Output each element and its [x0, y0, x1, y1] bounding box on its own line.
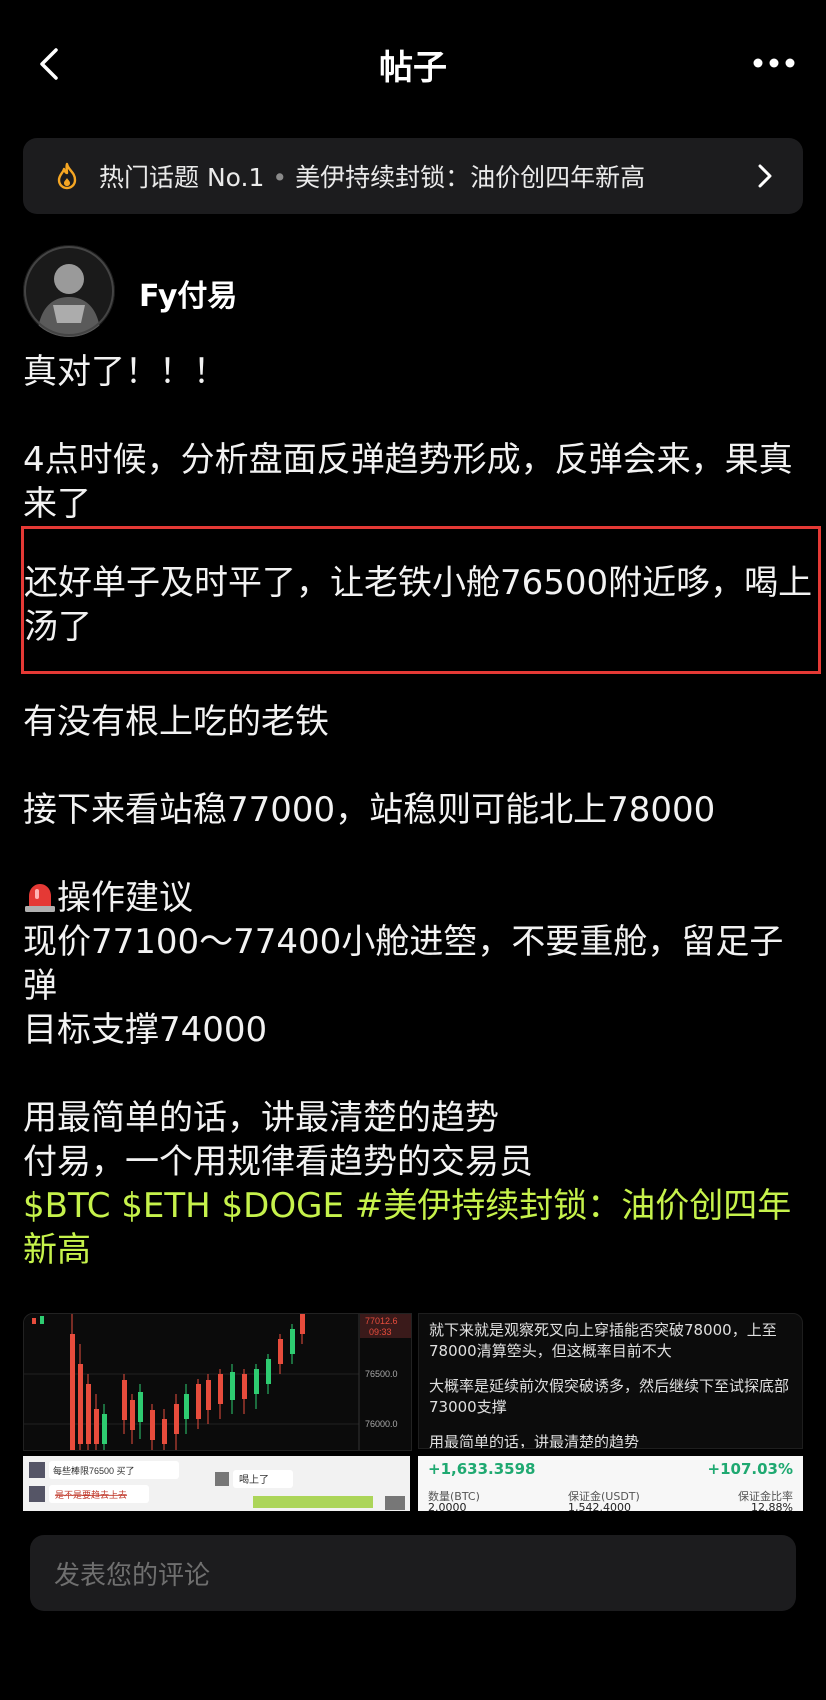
comment-input[interactable]: 发表您的评论 — [30, 1535, 796, 1611]
highlight-box: 还好单子及时平了，让老铁小舱76500附近哆，喝上汤了 — [21, 526, 821, 674]
chart-image[interactable]: 77012.6 09:33 76500.0 76000.0 — [23, 1313, 412, 1451]
chart-time: 09:33 — [369, 1327, 392, 1337]
trade-col1-value: 2.0000 — [428, 1501, 467, 1511]
post-body: 真对了！！！ 4点时候，分析盘面反弹趋势形成，反弹会来，果真来了 还好单子及时平… — [21, 350, 821, 1272]
topic-label: 热门话题 No.1 • 美伊持续封锁：油价创四年新高 — [99, 158, 645, 194]
chat-msg-1: 每些棒限76500 买了 — [53, 1465, 135, 1476]
post-paragraph: 4点时候，分析盘面反弹趋势形成，反弹会来，果真来了 — [23, 440, 793, 524]
advice-title: 操作建议 — [57, 878, 193, 918]
text-image-para: 用最简单的话，讲最清楚的趋势 — [429, 1433, 640, 1449]
avatar-image — [23, 245, 115, 337]
chat-screenshot-image[interactable]: 每些棒限76500 买了 是不是要趋去上去 喝上了 — [23, 1456, 410, 1511]
candlestick-chart: 77012.6 09:33 76500.0 76000.0 — [24, 1314, 411, 1450]
page-title: 帖子 — [379, 48, 447, 88]
chart-price-mid: 76500.0 — [365, 1369, 398, 1379]
chat-msg-3: 是不是要趋去上去 — [55, 1489, 127, 1500]
trade-col2-value: 1,542.4000 — [568, 1501, 631, 1511]
post-tags[interactable]: $BTC $ETH $DOGE #美伊持续封锁：油价创四年新高 — [23, 1184, 813, 1272]
signature-line: 用最简单的话，讲最清楚的趋势 — [23, 1098, 499, 1138]
chevron-right-icon — [758, 164, 772, 188]
siren-icon — [25, 884, 55, 912]
text-image-para: 大概率是延续前次假突破诱多，然后继续下至试探底部73000支撑 — [429, 1377, 790, 1416]
advice-line: 现价77100～77400小舱进箜，不要重舱，留足子弹 — [23, 922, 784, 1006]
topic-rank: 热门话题 No.1 — [99, 163, 265, 192]
top-nav-bar: 帖子 — [0, 0, 826, 130]
advice-heading: 操作建议 — [23, 876, 813, 920]
trade-col3-value: 12.88% — [751, 1501, 793, 1511]
signature-line: 付易，一个用规律看趋势的交易员 — [23, 1142, 533, 1182]
more-horizontal-icon — [753, 58, 795, 68]
topic-title: 美伊持续封锁：油价创四年新高 — [295, 163, 646, 192]
hot-topic-banner[interactable]: 热门话题 No.1 • 美伊持续封锁：油价创四年新高 — [23, 138, 803, 214]
image-grid: 77012.6 09:33 76500.0 76000.0 就下来就是观察死叉向… — [23, 1313, 803, 1511]
text-image-para: 就下来就是观察死叉向上穿插能否突破78000，上至78000清算箜头，但这概率目… — [429, 1321, 777, 1360]
trade-pnl: +1,633.3598 — [428, 1460, 536, 1478]
post-paragraph: 有没有根上吃的老铁 — [23, 702, 329, 742]
chart-price-top: 77012.6 — [365, 1316, 398, 1326]
post-paragraph: 接下来看站稳77000，站稳则可能北上78000 — [23, 790, 716, 830]
advice-line: 目标支撑74000 — [23, 1010, 268, 1050]
author-name[interactable]: Fy付易 — [139, 271, 237, 315]
comment-placeholder: 发表您的评论 — [54, 1561, 211, 1591]
chat-screenshot: 每些棒限76500 买了 是不是要趋去上去 喝上了 — [23, 1456, 410, 1511]
trade-pnl-pct: +107.03% — [707, 1460, 793, 1478]
post-line: 真对了！！！ — [23, 352, 227, 392]
topic-separator: • — [272, 163, 288, 192]
trade-screenshot-image[interactable]: +1,633.3598 +107.03% 数量(BTC) 保证金(USDT) 保… — [418, 1456, 803, 1511]
avatar[interactable] — [23, 245, 115, 337]
more-button[interactable] — [750, 50, 798, 76]
chat-msg-2: 喝上了 — [239, 1474, 269, 1486]
post-paragraph-highlighted: 还好单子及时平了，让老铁小舱76500附近哆，喝上汤了 — [24, 563, 813, 647]
chart-price-low: 76000.0 — [365, 1419, 398, 1429]
text-image[interactable]: 就下来就是观察死叉向上穿插能否突破78000，上至78000清算箜头，但这概率目… — [418, 1313, 803, 1449]
fire-icon — [57, 162, 77, 190]
